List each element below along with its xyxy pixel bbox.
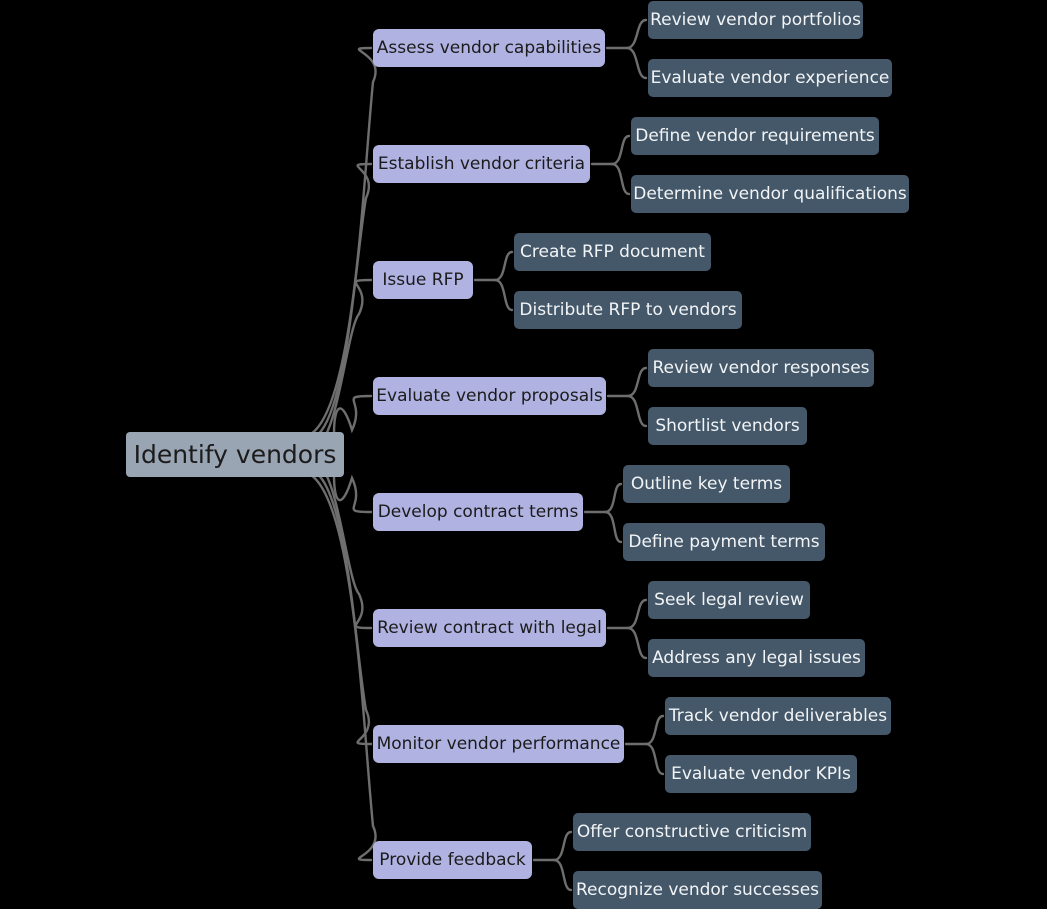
- connector-edge: [626, 598, 648, 630]
- connector-edge: [552, 830, 573, 862]
- connector-edge: [626, 366, 648, 398]
- branch-node-provide-feedback[interactable]: Provide feedback: [373, 841, 532, 879]
- branch-node-evaluate-vendor-proposals[interactable]: Evaluate vendor proposals: [373, 377, 606, 415]
- leaf-node-track-vendor-deliverables[interactable]: Track vendor deliverables: [665, 697, 891, 735]
- mindmap-canvas: Identify vendors Assess vendor capabiliti…: [0, 0, 1047, 909]
- connector-edge: [309, 473, 377, 862]
- connector-edge: [610, 162, 631, 196]
- connector-edge: [625, 18, 648, 50]
- leaf-node-create-rfp-document[interactable]: Create RFP document: [514, 233, 711, 271]
- connector-edge: [332, 473, 373, 514]
- connector-edge: [603, 482, 623, 514]
- leaf-node-distribute-rfp-to-vendors[interactable]: Distribute RFP to vendors: [514, 291, 742, 329]
- root-node[interactable]: Identify vendors: [126, 432, 344, 477]
- branch-node-monitor-vendor-performance[interactable]: Monitor vendor performance: [373, 725, 624, 763]
- connector-edge: [317, 162, 373, 436]
- connector-edge: [493, 278, 514, 312]
- connector-edge: [325, 278, 373, 436]
- connector-edge: [610, 134, 631, 166]
- connector-edge: [626, 626, 648, 660]
- branch-node-review-contract-with-legal[interactable]: Review contract with legal: [373, 609, 606, 647]
- connector-edge: [644, 742, 665, 776]
- branch-node-assess-vendor-capabilities[interactable]: Assess vendor capabilities: [373, 29, 605, 67]
- branch-node-establish-vendor-criteria[interactable]: Establish vendor criteria: [373, 145, 590, 183]
- connector-edge: [493, 250, 514, 282]
- connector-edge: [603, 510, 623, 544]
- leaf-node-define-payment-terms[interactable]: Define payment terms: [623, 523, 825, 561]
- leaf-node-offer-constructive-criticism[interactable]: Offer constructive criticism: [573, 813, 811, 851]
- connector-edge: [332, 394, 373, 436]
- leaf-node-evaluate-vendor-experience[interactable]: Evaluate vendor experience: [648, 59, 892, 97]
- leaf-node-review-vendor-portfolios[interactable]: Review vendor portfolios: [648, 1, 863, 39]
- leaf-node-recognize-vendor-successes[interactable]: Recognize vendor successes: [573, 871, 822, 909]
- branch-node-develop-contract-terms[interactable]: Develop contract terms: [373, 493, 583, 531]
- connector-edge: [317, 473, 373, 746]
- connector-edge: [309, 46, 377, 436]
- leaf-node-shortlist-vendors[interactable]: Shortlist vendors: [648, 407, 807, 445]
- connector-edge: [644, 714, 665, 746]
- leaf-node-define-vendor-requirements[interactable]: Define vendor requirements: [631, 117, 879, 155]
- leaf-node-outline-key-terms[interactable]: Outline key terms: [623, 465, 790, 503]
- branch-node-issue-rfp[interactable]: Issue RFP: [373, 261, 473, 299]
- connector-edge: [325, 473, 373, 630]
- leaf-node-address-any-legal-issues[interactable]: Address any legal issues: [648, 639, 865, 677]
- connector-edge: [625, 46, 648, 80]
- leaf-node-evaluate-vendor-kpis[interactable]: Evaluate vendor KPIs: [665, 755, 857, 793]
- leaf-node-determine-vendor-qualifications[interactable]: Determine vendor qualifications: [631, 175, 909, 213]
- leaf-node-review-vendor-responses[interactable]: Review vendor responses: [648, 349, 874, 387]
- leaf-node-seek-legal-review[interactable]: Seek legal review: [648, 581, 810, 619]
- connector-edge: [552, 858, 573, 892]
- connector-edge: [626, 394, 648, 428]
